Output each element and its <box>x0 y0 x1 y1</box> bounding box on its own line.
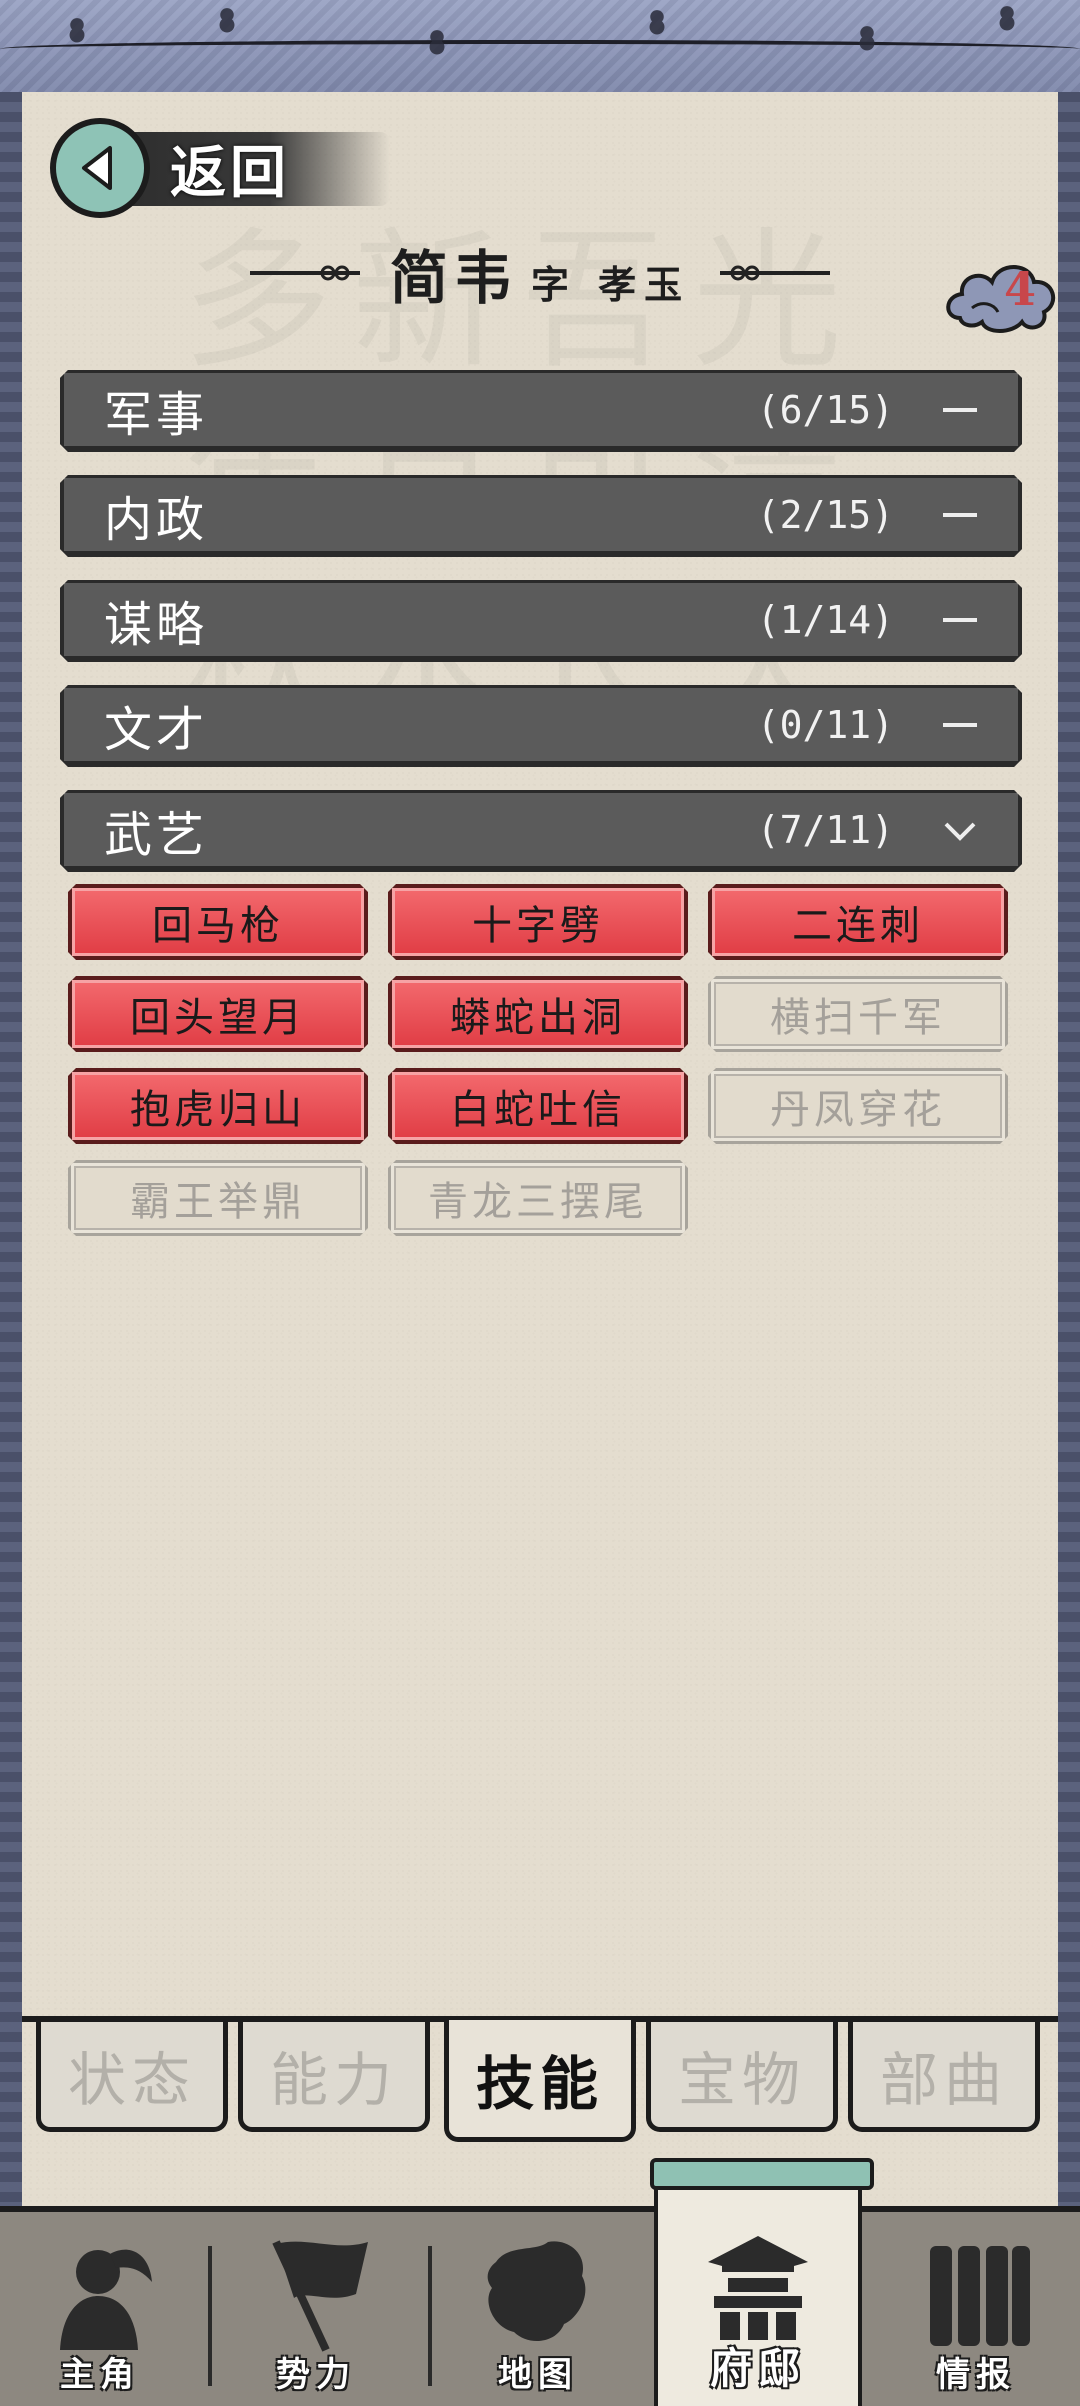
flower-icon <box>640 10 674 44</box>
skill-button[interactable]: 青龙三摆尾 <box>388 1160 688 1236</box>
right-ornament-icon <box>720 265 831 281</box>
badge-count: 4 <box>1003 262 1036 316</box>
tab-skills[interactable]: 技能 <box>444 2020 636 2142</box>
category-count: (7/11) <box>756 807 894 852</box>
nav-label: 势力 <box>276 2355 356 2395</box>
category-literature[interactable]: 文才 (0/11) <box>60 685 1022 767</box>
category-martial-arts[interactable]: 武艺 (7/11) <box>60 790 1022 872</box>
skill-button[interactable]: 回马枪 <box>68 884 368 960</box>
category-name: 谋略 <box>104 596 209 653</box>
category-count: (6/15) <box>756 387 894 432</box>
collapse-dash-icon <box>940 495 980 535</box>
flower-icon <box>990 6 1024 40</box>
skill-button[interactable]: 丹凤穿花 <box>708 1068 1008 1144</box>
skill-button[interactable]: 抱虎归山 <box>68 1068 368 1144</box>
flower-icon <box>60 18 94 52</box>
back-arrow-icon <box>50 118 150 218</box>
tab-status[interactable]: 状态 <box>36 2022 228 2132</box>
flower-icon <box>210 8 244 42</box>
category-name: 内政 <box>104 491 209 548</box>
nav-separator <box>208 2246 212 2386</box>
character-courtesy-name: 字 孝玉 <box>530 262 691 307</box>
nav-label: 情报 <box>936 2355 1016 2395</box>
tab-treasure[interactable]: 宝物 <box>646 2022 838 2132</box>
nav-mansion[interactable]: 府邸 <box>650 2158 874 2406</box>
vine-decoration <box>0 40 1080 58</box>
category-politics[interactable]: 内政 (2/15) <box>60 475 1022 557</box>
back-button[interactable]: 返回 <box>50 118 390 218</box>
skill-button[interactable]: 二连刺 <box>708 884 1008 960</box>
category-name: 武艺 <box>104 806 209 863</box>
right-frame <box>1055 92 1080 2212</box>
chevron-down-icon <box>940 810 980 850</box>
flower-icon <box>420 30 454 64</box>
category-name: 军事 <box>104 386 209 443</box>
mansion-icon <box>708 2236 808 2340</box>
category-military[interactable]: 军事 (6/15) <box>60 370 1022 452</box>
skill-button[interactable]: 回头望月 <box>68 976 368 1052</box>
nav-faction[interactable]: 势力 <box>216 2212 416 2406</box>
nav-map[interactable]: 地图 <box>438 2212 638 2406</box>
nav-label: 地图 <box>498 2355 578 2395</box>
nav-label: 主角 <box>60 2355 140 2395</box>
collapse-dash-icon <box>940 705 980 745</box>
warrior-icon <box>60 2249 152 2350</box>
category-strategy[interactable]: 谋略 (1/14) <box>60 580 1022 662</box>
nav-intel[interactable]: 情报 <box>876 2212 1076 2406</box>
tab-ability[interactable]: 能力 <box>238 2022 430 2132</box>
left-ornament-icon <box>249 265 360 281</box>
skill-button[interactable]: 霸王举鼎 <box>68 1160 368 1236</box>
category-name: 文才 <box>104 701 209 758</box>
skill-button[interactable]: 横扫千军 <box>708 976 1008 1052</box>
scroll-icon <box>930 2246 1030 2346</box>
flower-icon <box>850 26 884 60</box>
collapse-dash-icon <box>940 390 980 430</box>
cloud-points-badge[interactable]: 4 <box>942 248 1062 344</box>
nav-protagonist[interactable]: 主角 <box>0 2212 200 2406</box>
collapse-dash-icon <box>940 600 980 640</box>
cloud-icon <box>946 265 1056 333</box>
skill-button[interactable]: 蟒蛇出洞 <box>388 976 688 1052</box>
skill-button[interactable]: 十字劈 <box>388 884 688 960</box>
character-title: 简韦 字 孝玉 <box>0 228 1080 318</box>
category-count: (2/15) <box>756 492 894 537</box>
skill-button[interactable]: 白蛇吐信 <box>388 1068 688 1144</box>
back-label: 返回 <box>170 140 290 206</box>
category-count: (0/11) <box>756 702 894 747</box>
map-icon <box>487 2241 586 2342</box>
flag-icon <box>272 2240 368 2352</box>
character-name: 简韦 <box>389 244 518 312</box>
nav-label: 府邸 <box>709 2344 806 2393</box>
active-tab-cap <box>650 2158 874 2190</box>
top-decorative-band <box>0 0 1080 98</box>
bottom-navigation: 主角 势力 地图 府邸 情报 <box>0 2158 1080 2406</box>
nav-separator <box>428 2246 432 2386</box>
tab-troops[interactable]: 部曲 <box>848 2022 1040 2132</box>
category-count: (1/14) <box>756 597 894 642</box>
